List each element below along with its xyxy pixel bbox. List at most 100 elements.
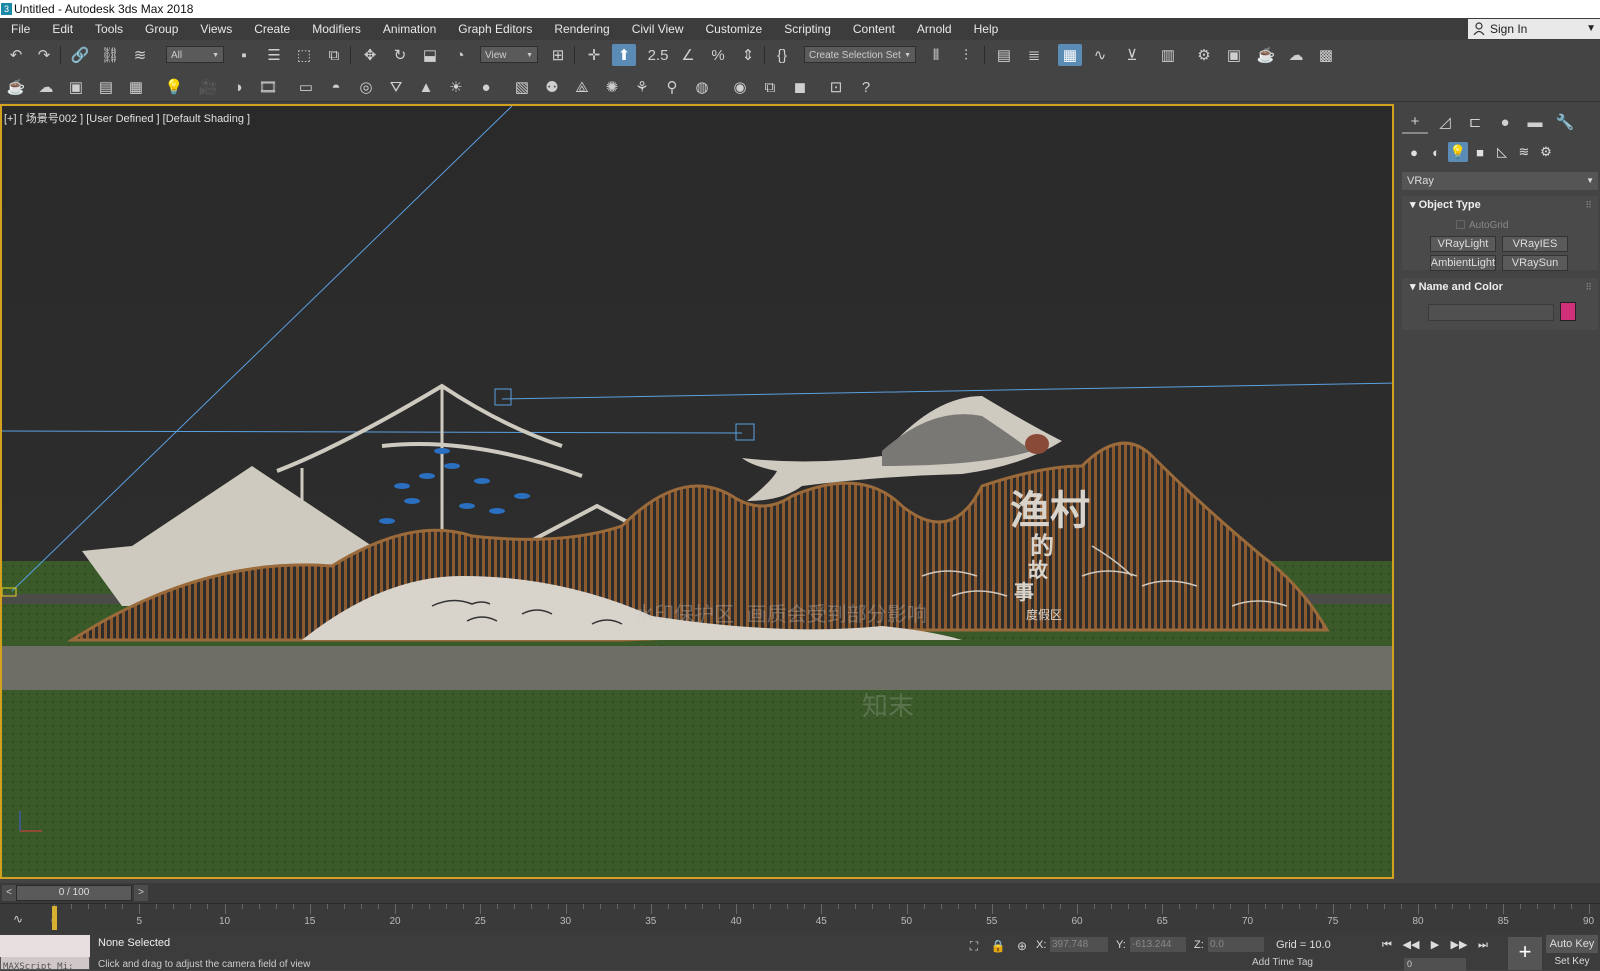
menu-content[interactable]: Content (842, 18, 906, 40)
x-coordinate-field[interactable]: 397.748 (1050, 937, 1108, 952)
create-tab-icon[interactable]: + (1402, 110, 1428, 134)
display-tab-icon[interactable]: ▬ (1522, 110, 1548, 134)
schematic-view-icon[interactable]: ⊻ (1120, 44, 1144, 66)
name-and-color-header[interactable]: Name and Color (1402, 278, 1598, 296)
frame-ruler[interactable]: 051015202530354045505560657075808590 (38, 904, 1598, 934)
bind-space-warp-icon[interactable]: ≋ (128, 44, 152, 66)
shapes-icon[interactable]: ◐ (1426, 142, 1446, 162)
light-category-dropdown[interactable]: VRay (1402, 172, 1598, 190)
previous-key-icon[interactable]: ◀◀ (1400, 937, 1422, 953)
time-slider[interactable]: 0 / 100 (16, 885, 132, 901)
menu-rendering[interactable]: Rendering (543, 18, 620, 40)
rendered-frame-window-icon[interactable]: ▣ (1222, 44, 1246, 66)
play-icon[interactable]: ▶ (1424, 937, 1446, 953)
render-production-icon[interactable]: ☕ (1254, 44, 1278, 66)
helpers-icon[interactable]: ◺ (1492, 142, 1512, 162)
percent-snap-icon[interactable]: % (706, 44, 730, 66)
modify-tab-icon[interactable]: ◿ (1432, 110, 1458, 134)
teapot-icon[interactable]: ☕ (4, 76, 28, 98)
camera-viewport[interactable]: [+] [ 场景号002 ] [User Defined ] [Default … (0, 104, 1394, 879)
vraysun-button[interactable]: VRaySun (1502, 255, 1568, 271)
move-icon[interactable]: ✥ (358, 44, 382, 66)
vray-coil-icon[interactable]: ◍ (690, 76, 714, 98)
lock-selection-icon[interactable]: 🔒 (986, 935, 1010, 957)
sign-in-button[interactable]: Sign In ▼ (1468, 19, 1600, 39)
vray-converter-icon[interactable]: ⧉ (758, 76, 782, 98)
film-icon[interactable]: 🎞 (256, 76, 280, 98)
named-selection-set-dropdown[interactable]: Create Selection Set (804, 46, 916, 64)
track-bar[interactable]: ∿ 051015202530354045505560657075808590 (0, 903, 1600, 933)
light-lister-icon[interactable]: 💡 (162, 76, 186, 98)
frame-buffer-icon[interactable]: ▣ (64, 76, 88, 98)
menu-customize[interactable]: Customize (695, 18, 774, 40)
space-warps-icon[interactable]: ≋ (1514, 142, 1534, 162)
object-type-header[interactable]: Object Type (1402, 196, 1598, 214)
vray-fur-icon[interactable]: ▧ (510, 76, 534, 98)
auto-key-button[interactable]: Auto Key (1546, 935, 1598, 953)
go-to-start-icon[interactable]: ⏮ (1376, 937, 1398, 953)
current-frame-field[interactable]: 0 (1404, 958, 1466, 971)
ambient-light-icon[interactable]: ● (474, 76, 498, 98)
curve-editor-icon[interactable]: ∿ (1088, 44, 1112, 66)
vray-hair-icon[interactable]: ⚲ (660, 76, 684, 98)
render-in-cloud-icon[interactable]: ☁ (1284, 44, 1308, 66)
lights-icon[interactable]: 💡 (1448, 142, 1468, 162)
curve-editor-mini-icon[interactable]: ∿ (6, 908, 30, 930)
menu-modifiers[interactable]: Modifiers (301, 18, 372, 40)
vray-render-icon[interactable]: ◼ (788, 76, 812, 98)
rect-selection-region-icon[interactable]: ⬚ (292, 44, 316, 66)
help-icon[interactable]: ? (854, 76, 878, 98)
keyboard-shortcut-override-icon[interactable]: ⬆ (612, 44, 636, 66)
y-coordinate-field[interactable]: -613.244 (1130, 937, 1186, 952)
menu-scripting[interactable]: Scripting (773, 18, 842, 40)
ies-light-icon[interactable]: ▲ (414, 76, 438, 98)
scale-icon[interactable]: ⬓ (418, 44, 442, 66)
menu-create[interactable]: Create (243, 18, 301, 40)
sun-icon[interactable]: ☀ (444, 76, 468, 98)
exposure-icon[interactable]: ◑ (226, 76, 250, 98)
utilities-tab-icon[interactable]: 🔧 (1552, 110, 1578, 134)
set-key-button[interactable]: Set Key (1546, 956, 1598, 970)
hierarchy-tab-icon[interactable]: ⊏ (1462, 110, 1488, 134)
link-icon[interactable]: 🔗 (68, 44, 92, 66)
camera-icon[interactable]: 🎥 (196, 76, 220, 98)
vrayambientlight-button[interactable]: VRayAmbientLight (1430, 255, 1496, 271)
scene-explorer-icon[interactable]: ▤ (992, 44, 1016, 66)
scene-list-icon[interactable]: ▤ (94, 76, 118, 98)
dome-light-icon[interactable]: ◓ (324, 76, 348, 98)
render-setup-icon[interactable]: ⚙ (1192, 44, 1216, 66)
redo-icon[interactable]: ↷ (32, 44, 56, 66)
absolute-mode-icon[interactable]: ⊕ (1010, 935, 1034, 957)
add-time-tag[interactable]: Add Time Tag (1252, 957, 1313, 968)
menu-tools[interactable]: Tools (84, 18, 134, 40)
menu-help[interactable]: Help (963, 18, 1010, 40)
edit-named-sets-icon[interactable]: {} (770, 44, 794, 66)
menu-civil-view[interactable]: Civil View (621, 18, 695, 40)
next-frame-arrow-icon[interactable]: > (134, 885, 148, 901)
mesh-light-icon[interactable]: ⛛ (384, 76, 408, 98)
undo-icon[interactable]: ↶ (4, 44, 28, 66)
place-icon[interactable]: ◔ (448, 44, 472, 66)
menu-edit[interactable]: Edit (41, 18, 84, 40)
motion-tab-icon[interactable]: ● (1492, 110, 1518, 134)
snap-toggle-icon[interactable]: 2.5 (646, 44, 670, 66)
next-key-icon[interactable]: ▶▶ (1448, 937, 1470, 953)
layer-explorer-icon[interactable]: ≣ (1022, 44, 1046, 66)
window-crossing-icon[interactable]: ⧉ (322, 44, 346, 66)
mirror-icon[interactable]: ⫴ (924, 44, 948, 66)
a360-gallery-icon[interactable]: ▩ (1314, 44, 1338, 66)
spinner-snap-icon[interactable]: ⇕ (736, 44, 760, 66)
menu-animation[interactable]: Animation (372, 18, 447, 40)
set-key-big-button[interactable]: + (1508, 937, 1542, 970)
current-frame-marker[interactable] (52, 906, 57, 930)
prev-frame-arrow-icon[interactable]: < (2, 885, 16, 901)
reference-coord-dropdown[interactable]: View (480, 46, 538, 64)
cloud-icon[interactable]: ☁ (34, 76, 58, 98)
material-editor-icon[interactable]: ▥ (1156, 44, 1180, 66)
select-object-icon[interactable]: ▪ (232, 44, 256, 66)
object-name-field[interactable] (1428, 304, 1554, 321)
isolate-icon[interactable]: ⛶ (962, 935, 986, 957)
vray-grass-icon[interactable]: ⚘ (630, 76, 654, 98)
menu-group[interactable]: Group (134, 18, 189, 40)
sphere-light-icon[interactable]: ◎ (354, 76, 378, 98)
